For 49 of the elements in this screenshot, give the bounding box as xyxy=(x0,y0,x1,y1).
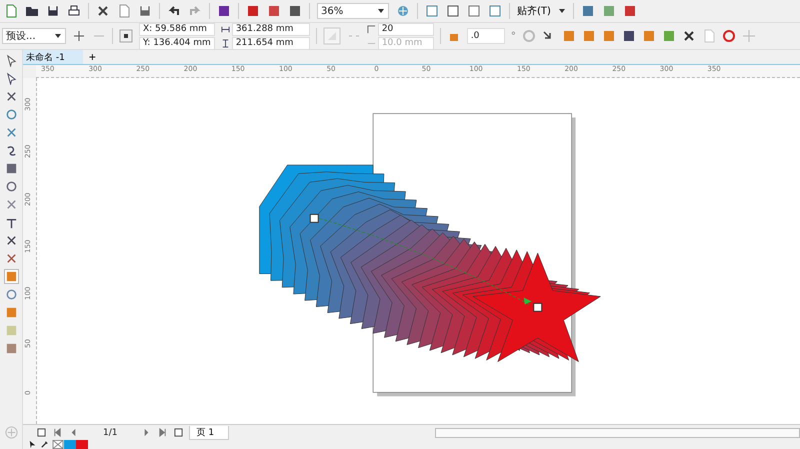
pick-tool-icon[interactable] xyxy=(4,54,18,67)
color-swatch[interactable] xyxy=(64,440,76,449)
zoom-fit-icon[interactable] xyxy=(396,4,410,18)
y-position-field[interactable]: Y: 136.404 mm xyxy=(139,36,215,50)
copy-icon[interactable] xyxy=(117,4,131,18)
new-tab-button[interactable]: + xyxy=(82,50,102,64)
caret-icon xyxy=(558,7,566,15)
reference-point-icon[interactable] xyxy=(119,29,133,43)
page-tab[interactable]: 页 1 xyxy=(189,426,230,440)
page-counter: 1/1 xyxy=(102,428,118,438)
zoom-dropdown[interactable]: 36% xyxy=(317,3,389,19)
save-icon[interactable] xyxy=(46,4,60,18)
artistic-media-tool-icon[interactable] xyxy=(4,144,18,157)
color-swatch[interactable] xyxy=(76,440,88,449)
redo-icon[interactable] xyxy=(188,4,202,18)
ellipse-tool-icon[interactable] xyxy=(4,180,18,193)
rotation-field[interactable]: .0 xyxy=(466,28,505,44)
blend-drawing[interactable] xyxy=(259,164,601,362)
height-field[interactable]: 211.654 mm xyxy=(232,36,310,50)
add-preset-icon[interactable] xyxy=(72,29,86,43)
add-page-icon[interactable] xyxy=(174,428,184,437)
add-page-icon[interactable] xyxy=(37,428,46,437)
caret-icon xyxy=(54,32,62,40)
steps-field[interactable]: 20 xyxy=(378,22,434,36)
previous-page-icon[interactable] xyxy=(69,428,78,437)
new-document-icon[interactable] xyxy=(4,4,18,18)
no-color-swatch[interactable] xyxy=(52,440,64,449)
first-page-icon[interactable] xyxy=(53,428,62,437)
degree-sign: ° xyxy=(510,30,516,42)
height-icon xyxy=(220,38,230,48)
steps-icon xyxy=(366,24,376,34)
print-icon[interactable] xyxy=(67,4,81,18)
last-page-icon[interactable] xyxy=(158,428,168,437)
text-tool-icon[interactable] xyxy=(4,216,18,229)
clear-blend-icon[interactable] xyxy=(722,29,736,43)
x-position-field[interactable]: X: 59.586 mm xyxy=(139,22,215,36)
preset-dropdown[interactable]: 预设... xyxy=(2,28,66,44)
shape-tool-icon[interactable] xyxy=(4,72,18,85)
snap-to-menu[interactable]: 贴齐(T) xyxy=(517,4,551,18)
horizontal-scrollbar[interactable] xyxy=(435,428,800,438)
pointer-icon[interactable] xyxy=(28,440,37,449)
undo-icon[interactable] xyxy=(167,4,181,18)
caret-icon xyxy=(377,7,385,15)
width-field[interactable]: 361.288 mm xyxy=(232,22,310,36)
folder-icon[interactable] xyxy=(25,4,39,18)
document-tab[interactable]: 未命名 -1 xyxy=(23,50,83,64)
width-icon xyxy=(220,24,230,34)
rectangle-tool-icon[interactable] xyxy=(4,162,18,175)
eyedropper-icon[interactable] xyxy=(40,440,49,449)
